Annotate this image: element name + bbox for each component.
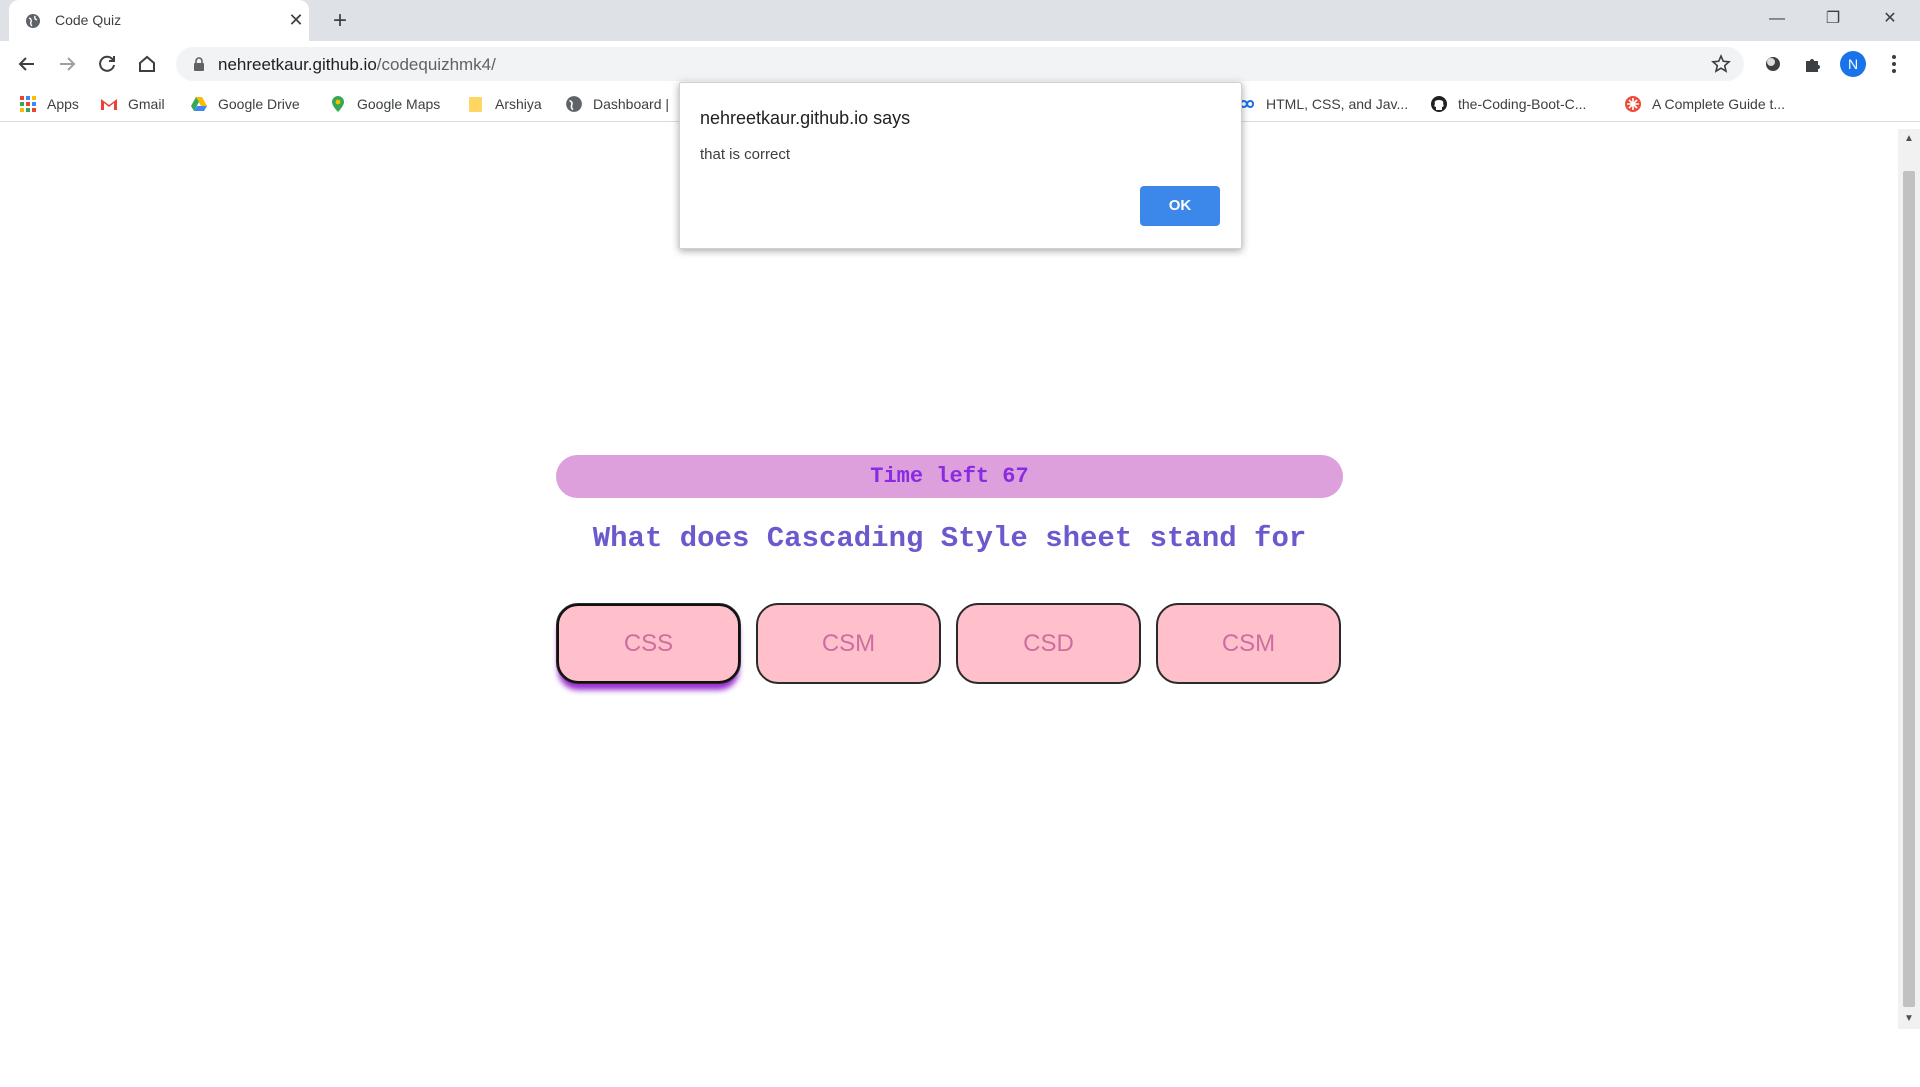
bookmark-html-css[interactable]: HTML, CSS, and Jav... xyxy=(1238,93,1408,115)
bookmark-label: Arshiya xyxy=(495,96,542,112)
close-window-button[interactable]: ✕ xyxy=(1862,0,1918,38)
bookmark-star-icon[interactable] xyxy=(1710,53,1732,75)
scroll-up-arrow-icon[interactable]: ▲ xyxy=(1903,133,1915,145)
profile-avatar[interactable]: N xyxy=(1840,51,1866,77)
browser-tab[interactable]: Code Quiz ✕ xyxy=(9,0,309,41)
bookmark-complete-guide[interactable]: A Complete Guide t... xyxy=(1624,93,1785,115)
forward-arrow-icon[interactable] xyxy=(54,51,80,77)
folder-icon xyxy=(469,97,482,112)
gmail-icon xyxy=(101,99,117,110)
bookmark-arshiya[interactable]: Arshiya xyxy=(467,93,542,115)
restore-button[interactable]: ❐ xyxy=(1805,0,1861,38)
answer-button-4[interactable]: CSM xyxy=(1156,603,1341,684)
browser-toolbar: nehreetkaur.github.io/codequizhmk4/ N xyxy=(0,41,1920,87)
url-text[interactable]: nehreetkaur.github.io/codequizhmk4/ xyxy=(218,55,496,75)
answer-button-3[interactable]: CSD xyxy=(956,603,1141,684)
more-menu-icon[interactable] xyxy=(1882,51,1906,77)
timer-bar: Time left 67 xyxy=(556,455,1343,498)
answer-button-2[interactable]: CSM xyxy=(756,603,941,684)
dialog-title: nehreetkaur.github.io says xyxy=(700,108,911,128)
back-arrow-icon[interactable] xyxy=(14,51,40,77)
lock-icon[interactable] xyxy=(192,56,206,72)
ok-button[interactable]: OK xyxy=(1140,186,1220,226)
bookmark-label: Dashboard | xyxy=(593,96,670,112)
bookmark-dashboard[interactable]: Dashboard | xyxy=(565,93,669,115)
minimize-button[interactable]: — xyxy=(1749,0,1805,38)
bookmark-label: HTML, CSS, and Jav... xyxy=(1266,96,1409,112)
new-tab-button[interactable]: + xyxy=(326,7,354,35)
tab-title: Code Quiz xyxy=(55,12,122,28)
page-viewport xyxy=(0,122,1920,1087)
dialog-message: that is correct xyxy=(700,146,791,163)
bookmark-label: Google Maps xyxy=(357,96,441,112)
alert-dialog: nehreetkaur.github.io says that is corre… xyxy=(679,82,1242,249)
bookmark-label: Google Drive xyxy=(218,96,300,112)
bookmark-label: Gmail xyxy=(128,96,165,112)
extension-circle-icon[interactable] xyxy=(1760,51,1786,77)
tab-strip: Code Quiz ✕ + — ❐ ✕ xyxy=(0,0,1920,41)
address-bar[interactable]: nehreetkaur.github.io/codequizhmk4/ xyxy=(176,47,1744,81)
drive-icon xyxy=(191,97,207,111)
tab-close-icon[interactable]: ✕ xyxy=(285,9,307,31)
maps-pin-icon xyxy=(332,96,344,112)
bookmark-label: A Complete Guide t... xyxy=(1652,96,1786,112)
extensions-puzzle-icon[interactable] xyxy=(1800,51,1826,77)
answer-button-1[interactable]: CSS xyxy=(556,603,741,684)
bookmark-label: Apps xyxy=(47,96,79,112)
bookmark-github[interactable]: the-Coding-Boot-C... xyxy=(1430,93,1586,115)
bookmark-google-maps[interactable]: Google Maps xyxy=(329,93,440,115)
bookmark-apps[interactable]: Apps xyxy=(19,93,79,115)
github-icon xyxy=(1431,96,1447,112)
bookmark-google-drive[interactable]: Google Drive xyxy=(190,93,300,115)
reload-icon[interactable] xyxy=(94,51,120,77)
globe-icon xyxy=(26,14,40,28)
bookmark-gmail[interactable]: Gmail xyxy=(100,93,165,115)
question-text: What does Cascading Style sheet stand fo… xyxy=(592,522,1307,555)
scroll-down-arrow-icon[interactable]: ▼ xyxy=(1903,1013,1915,1025)
scroll-thumb[interactable] xyxy=(1903,171,1915,1007)
bookmark-label: the-Coding-Boot-C... xyxy=(1458,96,1587,112)
apps-grid-icon xyxy=(20,96,36,112)
star-burst-icon xyxy=(1625,96,1641,112)
globe-icon xyxy=(566,96,582,112)
vertical-scrollbar[interactable]: ▲ ▼ xyxy=(1898,129,1920,1029)
home-icon[interactable] xyxy=(134,51,160,77)
